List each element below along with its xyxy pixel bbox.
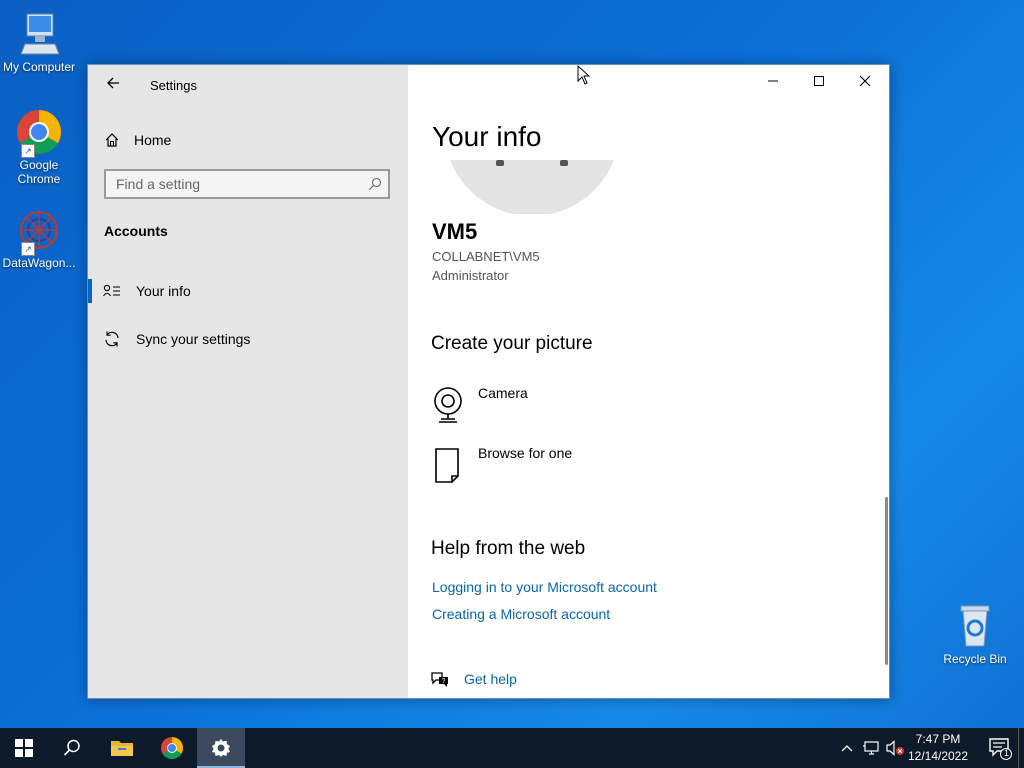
svg-text:?: ? [442, 678, 446, 685]
home-label: Home [134, 132, 172, 148]
search-icon[interactable] [362, 177, 388, 191]
home-icon [105, 133, 119, 147]
computer-icon [15, 10, 63, 58]
close-button[interactable] [842, 65, 888, 97]
maximize-button[interactable] [796, 65, 842, 97]
help-link-logging-in[interactable]: Logging in to your Microsoft account [432, 579, 657, 595]
sidebar-item-your-info[interactable]: Your info [88, 271, 408, 311]
chat-help-icon: ? [431, 672, 448, 687]
settings-content: Your info VM5 COLLABNET\VM5 Administrato… [408, 65, 889, 698]
file-icon [432, 445, 478, 485]
get-help-link[interactable]: ? Get help [430, 670, 517, 688]
create-picture-heading: Create your picture [431, 333, 593, 354]
user-role: Administrator [432, 268, 509, 283]
search-input[interactable] [106, 175, 362, 193]
avatar [432, 160, 652, 214]
taskbar-clock[interactable]: 7:47 PM 12/14/2022 [898, 731, 978, 765]
help-link-creating-account[interactable]: Creating a Microsoft account [432, 606, 610, 622]
windows-logo-icon [15, 739, 33, 757]
action-center-button[interactable]: 1 [988, 736, 1012, 760]
desktop-icon-label: Recycle Bin [943, 652, 1007, 666]
browse-label: Browse for one [478, 445, 573, 461]
desktop-icon-datawagon[interactable]: ↗ DataWagon... [0, 206, 78, 270]
taskbar-search-button[interactable] [48, 728, 96, 768]
camera-label: Camera [478, 385, 528, 401]
taskbar-file-explorer[interactable] [98, 728, 146, 768]
settings-sidebar: Settings Home Accounts Your info Sync yo… [88, 65, 408, 698]
sidebar-item-label: Your info [136, 283, 191, 299]
desktop-icon-label: DataWagon... [2, 256, 76, 270]
clock-date: 12/14/2022 [907, 749, 969, 763]
section-title-accounts: Accounts [104, 223, 168, 239]
window-title: Settings [150, 78, 197, 93]
content-scrollbar[interactable] [885, 497, 888, 665]
minimize-icon [768, 80, 778, 82]
find-setting-search[interactable] [104, 169, 390, 199]
sidebar-item-label: Sync your settings [136, 331, 251, 347]
taskbar: 7:47 PM 12/14/2022 1 [0, 728, 1024, 768]
person-list-icon [88, 284, 136, 298]
avatar-eye-right [560, 160, 568, 166]
taskbar-settings[interactable] [197, 728, 245, 768]
settings-window: Settings Home Accounts Your info Sync yo… [87, 64, 890, 699]
close-icon [859, 75, 871, 87]
mouse-cursor-icon [577, 64, 591, 90]
camera-option[interactable]: Camera [432, 385, 528, 425]
user-domain-account: COLLABNET\VM5 [432, 249, 540, 264]
maximize-icon [814, 76, 824, 86]
file-explorer-icon [111, 741, 133, 756]
desktop-icon-label: Google Chrome [17, 158, 61, 186]
chevron-up-icon [841, 745, 853, 752]
clock-time: 7:47 PM [915, 732, 961, 746]
tray-network[interactable] [860, 728, 882, 768]
shortcut-arrow-icon: ↗ [21, 242, 35, 256]
shortcut-arrow-icon: ↗ [21, 144, 35, 158]
sync-icon [88, 330, 136, 348]
page-title: Your info [432, 121, 542, 152]
get-help-label: Get help [464, 671, 517, 687]
datawagon-icon: ↗ [15, 206, 63, 256]
taskbar-chrome[interactable] [148, 728, 196, 768]
avatar-circle [444, 160, 620, 214]
camera-icon [432, 385, 478, 425]
minimize-button[interactable] [750, 65, 796, 97]
user-name: VM5 [432, 219, 478, 244]
chrome-icon: ↗ [15, 108, 63, 158]
search-icon [63, 739, 80, 756]
desktop-icon-google-chrome[interactable]: ↗ Google Chrome [0, 108, 78, 186]
desktop-icon-recycle-bin[interactable]: Recycle Bin [936, 602, 1014, 666]
network-icon [863, 741, 879, 755]
help-heading: Help from the web [431, 538, 586, 559]
settings-icon [212, 739, 230, 757]
chrome-icon [161, 737, 183, 759]
sidebar-item-sync-settings[interactable]: Sync your settings [88, 319, 408, 359]
recycle-bin-icon [951, 602, 999, 650]
browse-option[interactable]: Browse for one [432, 445, 572, 485]
start-button[interactable] [0, 728, 48, 768]
show-desktop-button[interactable] [1018, 728, 1024, 768]
home-link[interactable]: Home [104, 129, 171, 151]
desktop-icon-label: My Computer [2, 60, 76, 74]
avatar-eye-left [496, 160, 504, 166]
back-button[interactable] [102, 75, 124, 97]
tray-show-hidden-icons[interactable] [838, 728, 856, 768]
back-arrow-icon [107, 77, 119, 89]
desktop-icon-my-computer[interactable]: My Computer [0, 10, 78, 74]
notification-count-badge: 1 [1003, 748, 1009, 758]
